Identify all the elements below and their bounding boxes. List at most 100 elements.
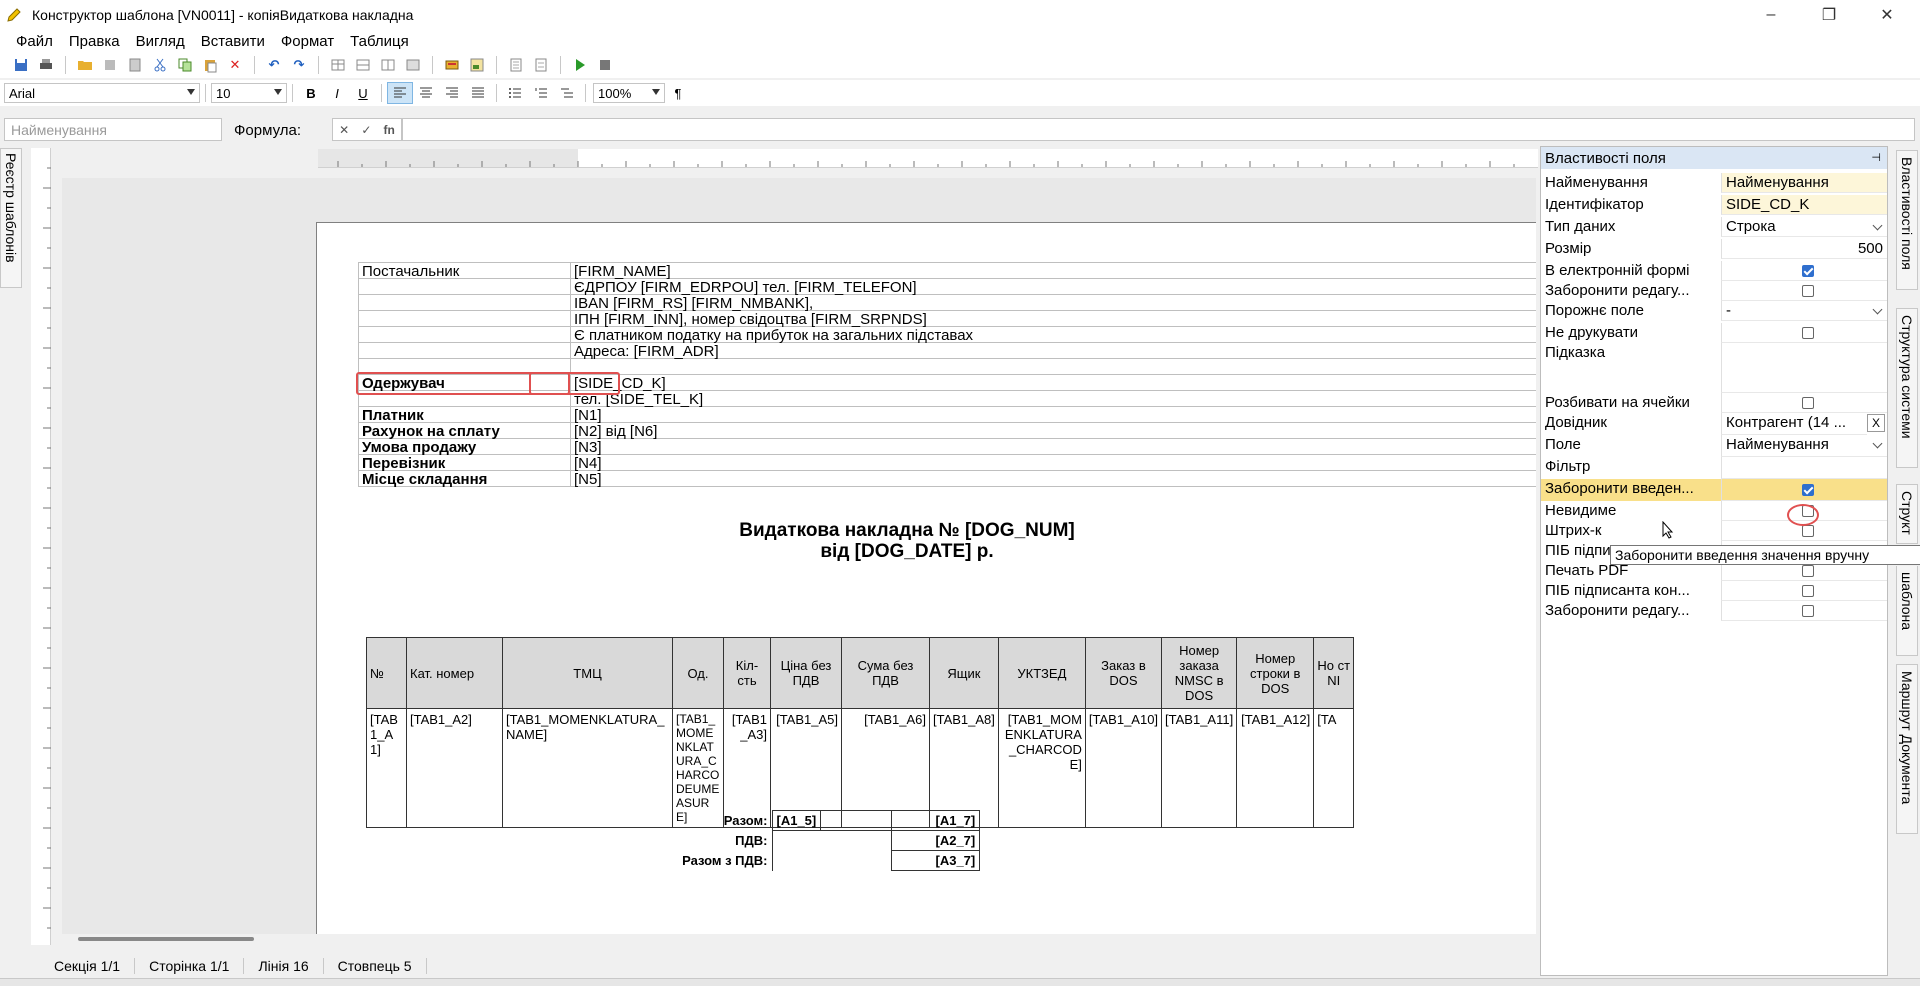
- show-formatting-button[interactable]: ¶: [665, 82, 691, 104]
- align-left-button[interactable]: [387, 82, 413, 104]
- barcode-checkbox[interactable]: [1802, 525, 1814, 537]
- align-right-button[interactable]: [439, 82, 465, 104]
- electronic-form-checkbox[interactable]: [1802, 265, 1814, 277]
- font-family-select[interactable]: Arial: [4, 83, 200, 103]
- close-button[interactable]: ✕: [1864, 0, 1910, 30]
- property-row[interactable]: Не друкувати: [1541, 323, 1887, 343]
- tab-template-structure-cont[interactable]: шаблона: [1896, 566, 1918, 656]
- property-identifier-input[interactable]: SIDE_CD_K: [1721, 195, 1887, 215]
- tab-document-route[interactable]: Маршрут Документа: [1896, 664, 1918, 834]
- property-row[interactable]: Поле Найменування: [1541, 435, 1887, 457]
- split-cells-checkbox[interactable]: [1802, 397, 1814, 409]
- supplier-line[interactable]: [FIRM_NAME]: [574, 263, 671, 280]
- outline-list-button[interactable]: [554, 82, 580, 104]
- table-cell[interactable]: [TAB1_A1]: [366, 708, 407, 828]
- table-header-cell[interactable]: Ящик: [929, 637, 999, 709]
- page-layout-icon[interactable]: [530, 54, 552, 76]
- property-empty-select[interactable]: -: [1721, 301, 1887, 321]
- open-folder-icon[interactable]: [74, 54, 96, 76]
- table-cell[interactable]: [TAB1_A12]: [1236, 708, 1315, 828]
- pin-icon[interactable]: ⊣: [1871, 151, 1881, 164]
- property-row[interactable]: Розмір 500: [1541, 239, 1887, 259]
- supplier-line[interactable]: Адреса: [FIRM_ADR]: [574, 343, 719, 360]
- undo-icon[interactable]: ↶: [263, 54, 285, 76]
- horizontal-scrollbar[interactable]: [62, 934, 1536, 946]
- property-row[interactable]: Порожнє поле -: [1541, 301, 1887, 321]
- table-header-cell[interactable]: Номер заказа NMSC в DOS: [1161, 637, 1238, 709]
- menu-insert[interactable]: Вставити: [193, 33, 273, 50]
- forbid-edit-checkbox[interactable]: [1802, 285, 1814, 297]
- table-cell[interactable]: [TA: [1313, 708, 1355, 828]
- field-name-input[interactable]: Найменування: [4, 118, 222, 141]
- property-row[interactable]: Тип даних Строка: [1541, 217, 1887, 237]
- place-field[interactable]: [N5]: [574, 471, 602, 488]
- table-insert-icon[interactable]: [327, 54, 349, 76]
- align-justify-button[interactable]: [465, 82, 491, 104]
- menu-edit[interactable]: Правка: [61, 33, 128, 50]
- property-datatype-select[interactable]: Строка: [1721, 217, 1887, 237]
- tab-field-properties[interactable]: Властивості поля: [1896, 150, 1918, 290]
- table-cell[interactable]: [TAB1_A11]: [1161, 708, 1238, 828]
- property-row[interactable]: Заборонити редагу...: [1541, 601, 1887, 621]
- table-header-cell[interactable]: Кіл-сть: [723, 637, 771, 709]
- italic-button[interactable]: I: [324, 82, 350, 104]
- template-registry-tab[interactable]: Реєстр шаблонів: [0, 148, 22, 288]
- property-row-selected[interactable]: Заборонити введен...: [1541, 479, 1887, 501]
- property-row[interactable]: Невидиме: [1541, 501, 1887, 521]
- scrollbar-thumb[interactable]: [78, 937, 254, 941]
- delete-icon[interactable]: ✕: [224, 54, 246, 76]
- numbered-list-button[interactable]: [528, 82, 554, 104]
- bold-button[interactable]: B: [298, 82, 324, 104]
- property-row[interactable]: Фільтр: [1541, 457, 1887, 479]
- function-button[interactable]: fn: [384, 123, 395, 137]
- table-header-cell[interactable]: ТМЦ: [502, 637, 673, 709]
- print-pdf-checkbox[interactable]: [1802, 565, 1814, 577]
- supplier-line[interactable]: ІПН [FIRM_INN], номер свідоцтва [FIRM_SR…: [574, 311, 927, 328]
- bullet-list-button[interactable]: [502, 82, 528, 104]
- table-header-cell[interactable]: №: [366, 637, 407, 709]
- menu-table[interactable]: Таблиця: [342, 33, 417, 50]
- payer-field[interactable]: [N1]: [574, 407, 602, 424]
- table-header-cell[interactable]: Од.: [672, 637, 724, 709]
- property-row[interactable]: Довідник Контрагент (14 ... X: [1541, 413, 1887, 435]
- document-page[interactable]: Постачальник [FIRM_NAME] ЄДРПОУ [FIRM_ED…: [316, 222, 1536, 934]
- formula-input[interactable]: [402, 118, 1915, 141]
- table-header-cell[interactable]: Ціна без ПДВ: [770, 637, 842, 709]
- property-hint-input[interactable]: [1721, 343, 1887, 393]
- zoom-select[interactable]: 100%: [593, 83, 665, 103]
- tab-template-structure[interactable]: Структ: [1896, 484, 1918, 544]
- print-icon[interactable]: [35, 54, 57, 76]
- clear-dictionary-button[interactable]: X: [1867, 414, 1885, 432]
- tab-system-structure[interactable]: Структура системи: [1896, 308, 1918, 468]
- no-print-checkbox[interactable]: [1802, 327, 1814, 339]
- forbid-manual-input-checkbox[interactable]: [1802, 484, 1814, 496]
- menu-file[interactable]: Файл: [8, 33, 61, 50]
- sale-terms-field[interactable]: [N3]: [574, 439, 602, 456]
- table-header-cell[interactable]: УКТЗЕД: [997, 637, 1086, 709]
- table-header-cell[interactable]: Номер строки в DOS: [1236, 637, 1315, 709]
- property-row[interactable]: Розбивати на ячейки: [1541, 393, 1887, 413]
- align-center-button[interactable]: [413, 82, 439, 104]
- cancel-formula-icon[interactable]: ✕: [339, 123, 349, 137]
- supplier-line[interactable]: Є платником податку на прибуток на загал…: [574, 327, 973, 344]
- insert-field-icon[interactable]: [441, 54, 463, 76]
- supplier-line[interactable]: IBAN [FIRM_RS] [FIRM_NMBANK],: [574, 295, 813, 312]
- property-filter-input[interactable]: [1721, 457, 1887, 479]
- print-preview-icon[interactable]: [99, 54, 121, 76]
- forbid-edit-2-checkbox[interactable]: [1802, 605, 1814, 617]
- minimize-button[interactable]: –: [1748, 0, 1794, 30]
- document-title[interactable]: Видаткова накладна № [DOG_NUM]: [607, 520, 1207, 542]
- carrier-field[interactable]: [N4]: [574, 455, 602, 472]
- total-price-field[interactable]: [820, 810, 893, 831]
- document-icon[interactable]: [124, 54, 146, 76]
- table-cell[interactable]: [TAB1_A10]: [1084, 708, 1163, 828]
- table-header-cell[interactable]: Кат. номер: [406, 637, 503, 709]
- document-date[interactable]: від [DOG_DATE] р.: [607, 541, 1207, 563]
- property-row[interactable]: В електронній формі: [1541, 261, 1887, 281]
- vat-sum-field[interactable]: [A2_7]: [891, 830, 981, 851]
- property-row[interactable]: Найменування Найменування: [1541, 173, 1887, 193]
- font-size-select[interactable]: 10: [211, 83, 287, 103]
- invoice-field[interactable]: [N2] від [N6]: [574, 423, 657, 440]
- redo-icon[interactable]: ↷: [288, 54, 310, 76]
- property-name-input[interactable]: Найменування: [1721, 173, 1887, 193]
